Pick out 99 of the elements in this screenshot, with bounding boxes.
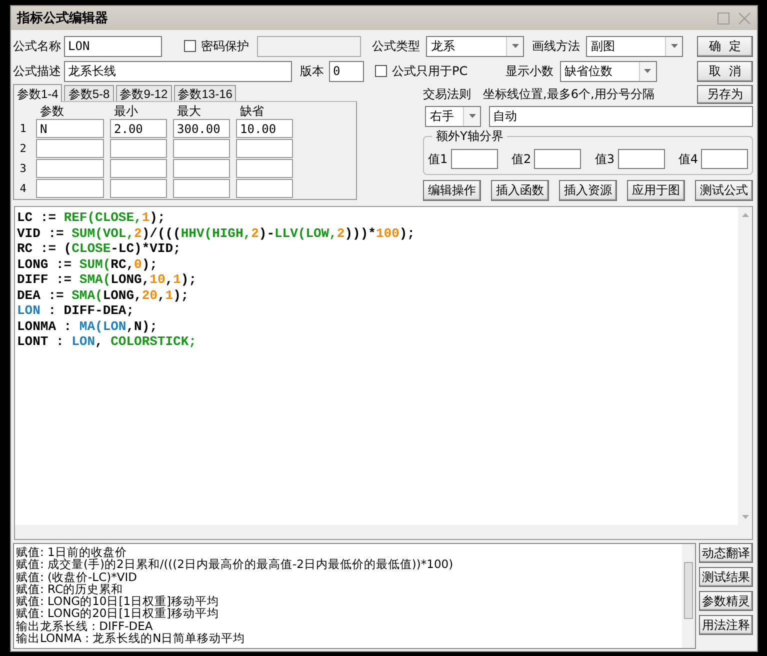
- code-editor[interactable]: [14, 206, 753, 540]
- save-as-button[interactable]: 另存为: [697, 84, 753, 104]
- param-field[interactable]: 2.00: [110, 119, 167, 138]
- field-label: 版本: [300, 62, 324, 80]
- dropdown[interactable]: 缺省位数: [560, 60, 657, 82]
- param-field[interactable]: [36, 159, 104, 178]
- close-icon[interactable]: [738, 12, 751, 24]
- column-header: 最大: [176, 104, 202, 118]
- explanation-line: 赋值: LONG的10日[1日权重]移动平均: [16, 595, 220, 608]
- dropdown-arrow-icon[interactable]: [468, 114, 476, 118]
- param-field[interactable]: [236, 139, 293, 158]
- tab[interactable]: 参数1-4: [13, 84, 62, 102]
- param-field[interactable]: [173, 139, 230, 158]
- toolbar-button[interactable]: 插入资源: [559, 180, 617, 201]
- input-field[interactable]: 0: [329, 60, 364, 82]
- scrollbar[interactable]: [682, 544, 695, 648]
- param-field[interactable]: [236, 159, 293, 178]
- input-field[interactable]: 自动: [489, 106, 753, 126]
- side-button[interactable]: 动态翻译: [699, 543, 753, 563]
- side-button[interactable]: 用法注释: [699, 615, 753, 635]
- cancel-button[interactable]: 取 消: [697, 60, 753, 82]
- code-line: RC := (CLOSE-LC)*VID;: [17, 241, 181, 256]
- code-line: LONT : LON, COLORSTICK;: [17, 334, 196, 350]
- dropdown-arrow-icon[interactable]: [512, 44, 518, 48]
- explanation-line: 赋值: LONG的20日[1日权重]移动平均: [16, 607, 220, 620]
- scrollbar[interactable]: [15, 525, 752, 539]
- param-field[interactable]: [236, 179, 293, 198]
- scroll-down-icon[interactable]: [742, 515, 748, 519]
- row-number: 4: [18, 181, 28, 197]
- dropdown-arrow-icon[interactable]: [644, 69, 652, 73]
- tab[interactable]: 参数9-12: [116, 85, 172, 101]
- param-field[interactable]: [110, 159, 167, 178]
- explanation-line: 赋值: RC的历史累和: [16, 582, 123, 596]
- input-field[interactable]: LON: [64, 36, 162, 56]
- param-field[interactable]: [36, 179, 104, 198]
- scroll-up-icon[interactable]: [742, 213, 748, 217]
- field-label: 值2: [511, 150, 532, 168]
- code-line: LONG := SUM(RC,0);: [17, 256, 158, 272]
- field-label: 值4: [678, 150, 698, 168]
- field-label: 公式描述: [13, 62, 62, 80]
- side-button[interactable]: 参数精灵: [699, 591, 753, 611]
- row-number: 2: [18, 141, 28, 157]
- param-field[interactable]: 10.00: [236, 119, 293, 138]
- maximize-icon[interactable]: [717, 12, 730, 24]
- param-field[interactable]: [110, 139, 167, 158]
- code-line: LON : DIFF-DEA;: [17, 303, 134, 318]
- checkbox-label[interactable]: 密码保护: [201, 38, 249, 54]
- code-line: LC := REF(CLOSE,1);: [17, 210, 166, 226]
- confirm-button[interactable]: 确 定: [697, 36, 753, 56]
- toolbar-button[interactable]: 编辑操作: [423, 180, 481, 201]
- value-field[interactable]: [534, 149, 582, 169]
- code-line: DEA := SMA(LONG,20,1);: [17, 288, 189, 303]
- dropdown-arrow-icon[interactable]: [670, 44, 678, 48]
- field-label: 公式类型: [372, 38, 420, 54]
- input-field[interactable]: 龙系长线: [64, 60, 292, 82]
- dropdown[interactable]: 右手: [425, 106, 481, 126]
- explanation-line: 输出龙系长线 : DIFF-DEA: [16, 620, 154, 632]
- field-label: 显示小数: [506, 62, 554, 80]
- code-line: DIFF := SMA(LONG,10,1);: [17, 272, 196, 288]
- param-field[interactable]: [36, 139, 104, 158]
- checkbox[interactable]: [375, 65, 387, 77]
- value-field[interactable]: [618, 149, 665, 169]
- field-label: 交易法则: [423, 86, 471, 102]
- tab[interactable]: 参数13-16: [174, 85, 236, 101]
- group-title: 额外Y轴分界: [432, 129, 508, 143]
- window-title: 指标公式编辑器: [17, 10, 109, 27]
- field-label: 坐标线位置,最多6个,用分号分隔: [483, 86, 654, 102]
- param-field[interactable]: [173, 159, 230, 178]
- param-field[interactable]: [173, 179, 230, 198]
- explanation-line: 赋值: 成交量(手)的2日累和/(((2日内最高价的最高值-2日内最低价的最低值))*100): [16, 558, 454, 571]
- toolbar-button[interactable]: 插入函数: [491, 180, 549, 201]
- explanation-line: 赋值: 1日前的收盘价: [16, 546, 128, 558]
- code-line: VID := SUM(VOL,2)/(((HHV(HIGH,2)-LLV(LOW,2)))*100);: [17, 226, 415, 241]
- dropdown[interactable]: 龙系: [426, 36, 524, 56]
- explanation-line: 赋值: (收盘价-LC)*VID: [16, 570, 138, 583]
- field-label: 值3: [594, 150, 615, 168]
- scrollbar[interactable]: [738, 207, 752, 525]
- code-line: LONMA : MA(LON,N);: [17, 318, 158, 334]
- param-field[interactable]: 300.00: [173, 119, 230, 138]
- checkbox[interactable]: [184, 40, 196, 52]
- dropdown[interactable]: 副图: [586, 36, 683, 56]
- value-field[interactable]: [701, 149, 748, 169]
- side-button[interactable]: 测试结果: [699, 567, 753, 587]
- explanation-line: 输出LONMA : 龙系长线的N日简单移动平均: [16, 632, 246, 644]
- column-header: 缺省: [239, 104, 265, 118]
- tab[interactable]: 参数5-8: [64, 85, 114, 101]
- column-header: 参数: [39, 104, 65, 118]
- column-header: 最小: [113, 104, 139, 118]
- field-label: 画线方法: [532, 38, 580, 54]
- row-number: 3: [18, 161, 28, 177]
- param-field[interactable]: [110, 179, 167, 198]
- row-number: 1: [18, 121, 28, 137]
- toolbar-button[interactable]: 应用于图: [627, 180, 685, 201]
- field-label: 公式名称: [13, 38, 62, 54]
- param-field[interactable]: N: [36, 119, 104, 138]
- field-label: 值1: [428, 150, 448, 168]
- value-field[interactable]: [450, 149, 498, 169]
- toolbar-button[interactable]: 测试公式: [695, 180, 753, 201]
- checkbox-label[interactable]: 公式只用于PC: [392, 62, 468, 80]
